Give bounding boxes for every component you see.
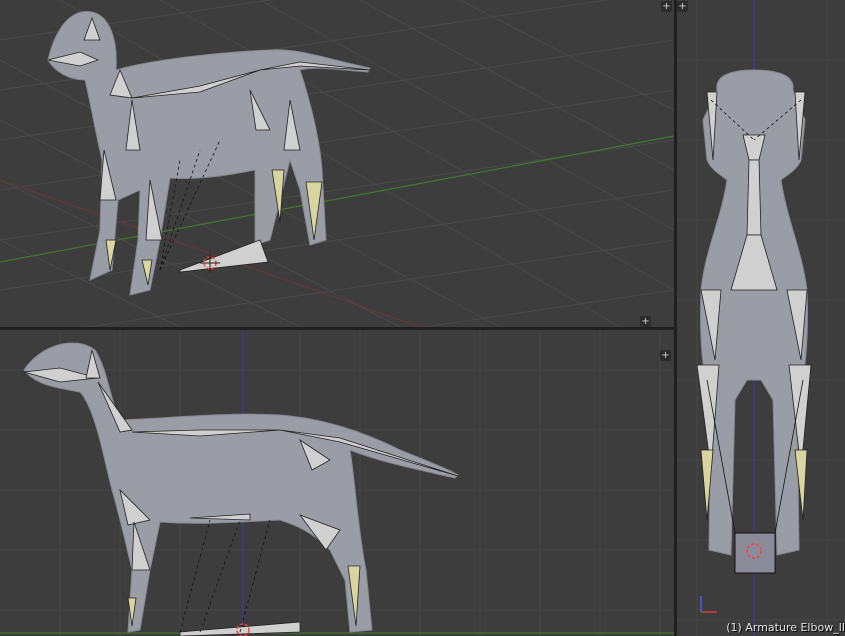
plus-icon[interactable]: + (677, 1, 688, 12)
perspective-viewport[interactable]: + + (0, 0, 674, 327)
dog-mesh-side[interactable] (23, 342, 459, 633)
side-scene (0, 330, 674, 636)
root-bone[interactable] (734, 532, 776, 574)
perspective-scene (0, 0, 674, 327)
plus-icon[interactable]: + (661, 1, 672, 12)
plus-icon[interactable]: + (640, 316, 651, 327)
front-viewport[interactable]: + (1) Armature Elbow_lI (677, 0, 845, 636)
ik-relationship-lines-side (179, 519, 271, 633)
front-scene (677, 0, 845, 636)
status-object-label: (1) Armature Elbow_lI (726, 621, 845, 634)
selected-leg-bones-side[interactable] (127, 565, 361, 627)
plus-icon[interactable]: + (660, 350, 671, 361)
side-viewport[interactable]: + (0, 330, 674, 636)
axis-gizmo-icon (700, 596, 717, 613)
